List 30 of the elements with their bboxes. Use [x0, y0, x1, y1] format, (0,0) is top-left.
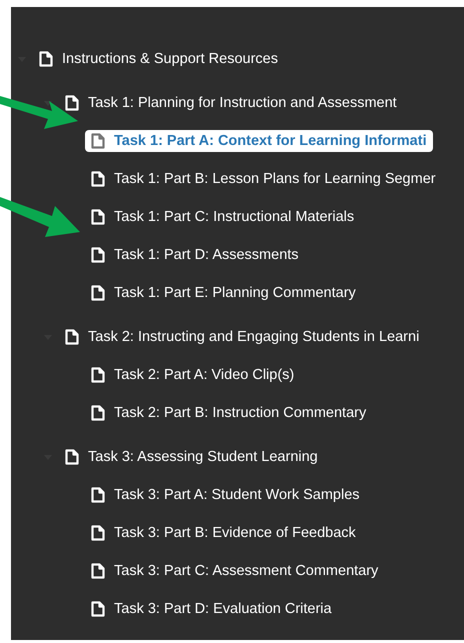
tree-item[interactable]: Task 1: Part C: Instructional Materials: [85, 206, 360, 228]
document-icon: [91, 487, 105, 503]
document-icon: [91, 247, 105, 263]
tree-item[interactable]: Task 1: Part B: Lesson Plans for Learning Segmer: [85, 168, 442, 190]
tree-item[interactable]: Task 2: Part A: Video Clip(s): [85, 364, 300, 386]
tree-item[interactable]: Task 3: Part A: Student Work Samples: [85, 484, 366, 506]
tree-item[interactable]: Task 3: Part D: Evaluation Criteria: [85, 598, 338, 620]
document-icon: [91, 405, 105, 421]
document-icon: [91, 133, 105, 149]
tree-item[interactable]: Task 1: Part D: Assessments: [85, 244, 305, 266]
document-icon: [65, 95, 79, 111]
tree-item[interactable]: Task 1: Part E: Planning Commentary: [85, 282, 362, 304]
tree-item[interactable]: Task 1: Planning for Instruction and Assessment: [59, 92, 403, 114]
document-icon: [91, 563, 105, 579]
document-icon: [65, 449, 79, 465]
document-icon: [91, 209, 105, 225]
tree-item[interactable]: Task 1: Part A: Context for Learning Informati: [85, 130, 433, 152]
document-icon: [91, 171, 105, 187]
document-icon: [91, 525, 105, 541]
tree-item[interactable]: Task 3: Part C: Assessment Commentary: [85, 560, 384, 582]
document-icon: [91, 285, 105, 301]
document-icon: [39, 51, 53, 67]
tree-item[interactable]: Instructions & Support Resources: [33, 48, 284, 70]
document-icon: [91, 367, 105, 383]
tree-item[interactable]: Task 2: Part B: Instruction Commentary: [85, 402, 372, 424]
document-icon: [65, 329, 79, 345]
tree-item[interactable]: Task 3: Part B: Evidence of Feedback: [85, 522, 362, 544]
document-icon: [91, 601, 105, 617]
tree-item[interactable]: Task 2: Instructing and Engaging Students in Learni: [59, 326, 426, 348]
tree-item[interactable]: Task 3: Assessing Student Learning: [59, 446, 324, 468]
